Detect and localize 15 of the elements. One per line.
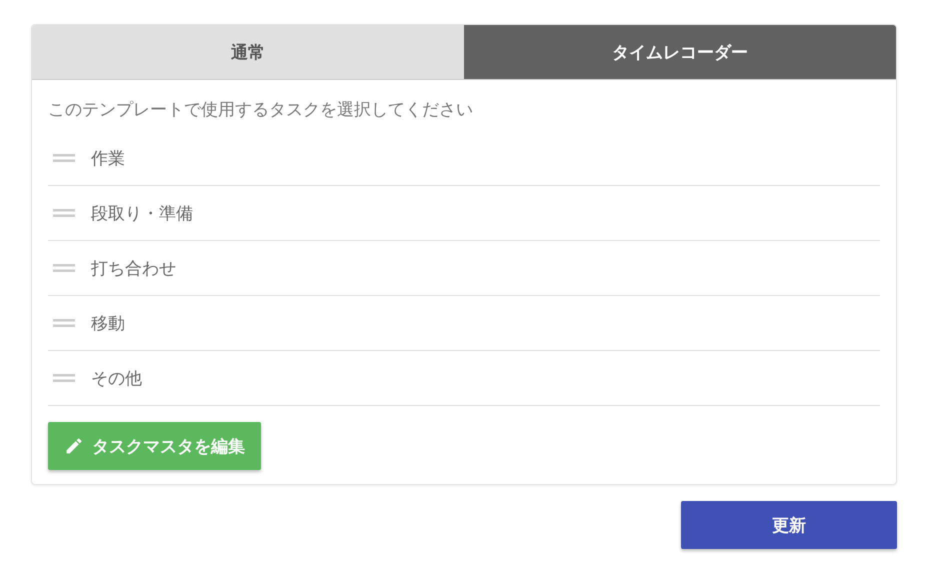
drag-handle-icon[interactable] xyxy=(53,373,75,383)
task-label: 移動 xyxy=(91,312,125,334)
instruction-text: このテンプレートで使用するタスクを選択してください xyxy=(48,99,474,121)
task-label: その他 xyxy=(91,368,142,390)
task-label: 打ち合わせ xyxy=(91,258,176,280)
task-label: 作業 xyxy=(91,148,125,170)
drag-handle-icon[interactable] xyxy=(53,318,75,328)
pencil-icon xyxy=(64,436,84,456)
update-button[interactable]: 更新 xyxy=(681,501,897,549)
drag-handle-icon[interactable] xyxy=(53,263,75,273)
tab[interactable]: 通常 xyxy=(32,25,464,79)
task-label: 段取り・準備 xyxy=(91,202,193,224)
drag-handle-icon[interactable] xyxy=(53,208,75,218)
tab[interactable]: タイムレコーダー xyxy=(464,25,896,79)
drag-handle-icon[interactable] xyxy=(53,153,75,163)
